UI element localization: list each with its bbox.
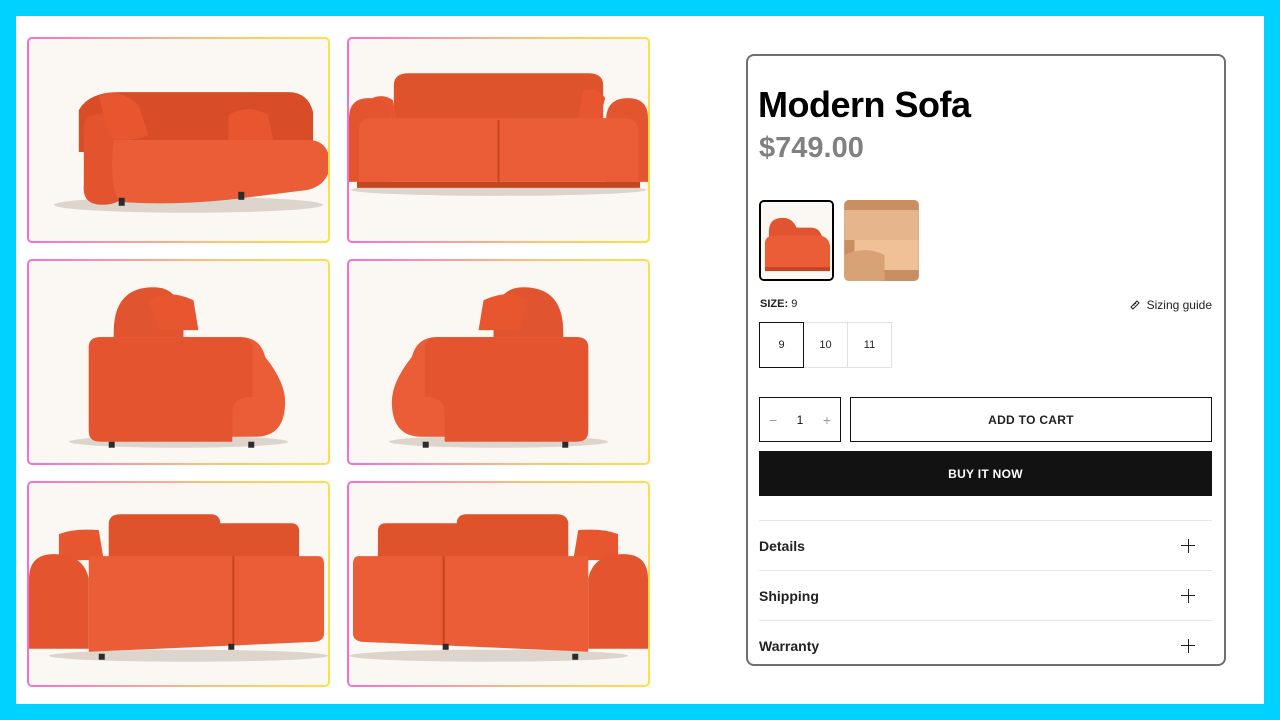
accordion-details[interactable]: Details (759, 520, 1212, 570)
sizing-guide-label: Sizing guide (1146, 298, 1212, 312)
quantity-value[interactable]: 1 (797, 413, 804, 427)
gallery-image-3[interactable] (27, 259, 330, 465)
accordion-details-label: Details (759, 537, 805, 554)
size-option-10[interactable]: 10 (803, 322, 848, 368)
swatch-tan-image (844, 200, 919, 281)
swatch-orange-image (761, 202, 832, 279)
variant-swatch-orange[interactable] (759, 200, 834, 281)
sofa-side-right-image (68, 287, 289, 448)
gallery-image-4[interactable] (347, 259, 650, 465)
size-options: 9 10 11 (759, 322, 892, 368)
minus-icon[interactable]: − (769, 412, 777, 428)
product-page: Modern Sofa $749.00 SIZE: 9 Sizing guide… (16, 16, 1264, 704)
sofa-angled-left-image (53, 92, 328, 213)
buy-it-now-button[interactable]: BUY IT NOW (759, 451, 1212, 496)
plus-icon[interactable]: + (823, 412, 831, 428)
product-gallery (27, 37, 651, 688)
gallery-image-5[interactable] (27, 481, 330, 687)
accordion-warranty[interactable]: Warranty (759, 620, 1212, 670)
sofa-side-left-image (388, 287, 609, 448)
plus-icon (1181, 588, 1195, 603)
size-option-11[interactable]: 11 (847, 322, 892, 368)
accordion-shipping[interactable]: Shipping (759, 570, 1212, 620)
selected-size-value: 9 (791, 298, 798, 310)
product-info-panel: Modern Sofa $749.00 SIZE: 9 Sizing guide… (746, 54, 1226, 666)
variant-swatch-tan[interactable] (844, 200, 919, 281)
plus-icon (1181, 638, 1195, 653)
gallery-image-1[interactable] (27, 37, 330, 243)
sofa-back-right-image (349, 514, 648, 662)
ruler-icon (1129, 300, 1140, 310)
sizing-guide-link[interactable]: Sizing guide (1129, 298, 1212, 312)
product-price: $749.00 (759, 132, 864, 164)
add-to-cart-button[interactable]: ADD TO CART (850, 397, 1212, 442)
quantity-stepper: − 1 + (759, 397, 841, 442)
gallery-image-6[interactable] (347, 481, 650, 687)
accordion-warranty-label: Warranty (759, 637, 820, 654)
size-option-9[interactable]: 9 (759, 322, 804, 368)
accordion-shipping-label: Shipping (759, 587, 819, 604)
product-title: Modern Sofa (758, 84, 971, 125)
gallery-image-2[interactable] (347, 37, 650, 243)
plus-icon (1181, 538, 1195, 553)
sofa-front-image (349, 73, 648, 196)
sofa-back-left-image (29, 514, 328, 662)
size-label: SIZE: 9 (760, 298, 798, 310)
